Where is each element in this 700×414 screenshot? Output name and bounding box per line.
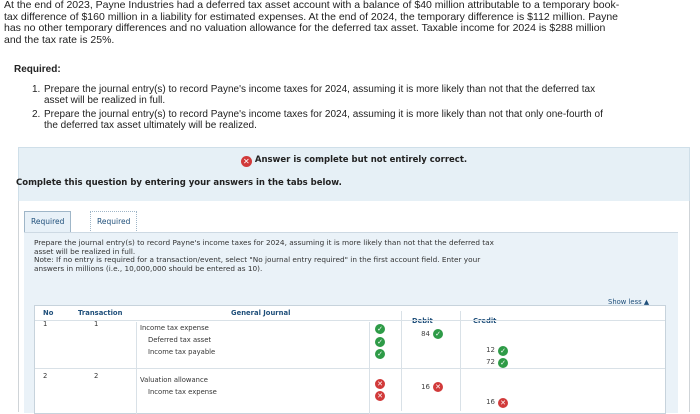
correct-icon: ✓ (498, 358, 508, 368)
col-header-no: No (43, 309, 54, 317)
incorrect-icon: ✕ (240, 156, 252, 167)
tabs-instruction: Complete this question by entering your … (16, 178, 342, 188)
correct-icon: ✓ (375, 349, 385, 359)
account-field[interactable]: Income tax expense (148, 388, 217, 396)
col-header-credit: Credit (473, 317, 497, 325)
account-field[interactable]: Deferred tax asset (148, 336, 211, 344)
credit-field[interactable]: 12 (467, 346, 495, 354)
problem-statement: At the end of 2023, Payne Industries had… (0, 0, 700, 46)
divider (460, 311, 461, 411)
col-header-general-journal: General Journal (231, 309, 291, 317)
tab-required-2[interactable]: Required 2 (90, 211, 138, 246)
correct-icon: ✓ (375, 337, 385, 347)
entry-number: 2 (43, 372, 48, 380)
required-item-2: 2. Prepare the journal entry(s) to recor… (32, 109, 672, 131)
required-heading: Required: (14, 64, 61, 75)
required-item-number: 2. (32, 109, 41, 120)
incorrect-icon: ✕ (498, 398, 508, 408)
required-item-text: asset will be realized in full. (44, 95, 166, 106)
account-field[interactable]: Income tax payable (148, 348, 215, 356)
journal-table: No Transaction General Journal Debit Cre… (34, 305, 666, 414)
instructions: Prepare the journal entry(s) to record P… (34, 238, 664, 273)
required-item-text: Prepare the journal entry(s) to record P… (44, 84, 596, 95)
incorrect-icon: ✕ (375, 379, 385, 389)
answer-status-banner: ✕ Answer is complete but not entirely cor… (18, 147, 690, 182)
divider (401, 311, 402, 411)
entry-transaction: 2 (94, 372, 99, 380)
credit-field[interactable]: 16 (467, 398, 495, 406)
answer-status-text: Answer is complete but not entirely corr… (254, 155, 468, 165)
problem-line: and the tax rate is 25%. (4, 33, 115, 46)
tab-required-1[interactable]: Required 1 (24, 211, 72, 246)
correct-icon: ✓ (433, 329, 443, 339)
account-field[interactable]: Income tax expense (140, 324, 209, 332)
required-item-text: Prepare the journal entry(s) to record P… (44, 109, 603, 120)
credit-field[interactable]: 72 (467, 358, 495, 366)
required-item-text: the deferred tax asset ultimately will b… (44, 120, 257, 131)
note-line: answers in millions (i.e., 10,000,000 sh… (34, 263, 263, 273)
debit-field[interactable]: 84 (402, 330, 430, 338)
debit-field[interactable]: 16 (402, 383, 430, 391)
account-field[interactable]: Valuation allowance (140, 376, 208, 384)
divider (35, 320, 665, 321)
required-list: 1. Prepare the journal entry(s) to recor… (32, 84, 672, 134)
correct-icon: ✓ (375, 324, 385, 334)
entry-number: 1 (43, 320, 48, 328)
correct-icon: ✓ (498, 346, 508, 356)
entry-transaction: 1 (94, 320, 99, 328)
col-header-debit: Debit (412, 317, 433, 325)
incorrect-icon: ✕ (375, 391, 385, 401)
problem-line: At the end of 2023, Payne Industries had… (4, 0, 620, 11)
answer-status: ✕ Answer is complete but not entirely cor… (19, 155, 689, 167)
col-header-transaction: Transaction (78, 309, 123, 317)
required-item-number: 1. (32, 84, 41, 95)
incorrect-icon: ✕ (433, 382, 443, 392)
problem-line: has no other temporary differences and n… (4, 22, 606, 34)
required-item-1: 1. Prepare the journal entry(s) to recor… (32, 84, 672, 106)
